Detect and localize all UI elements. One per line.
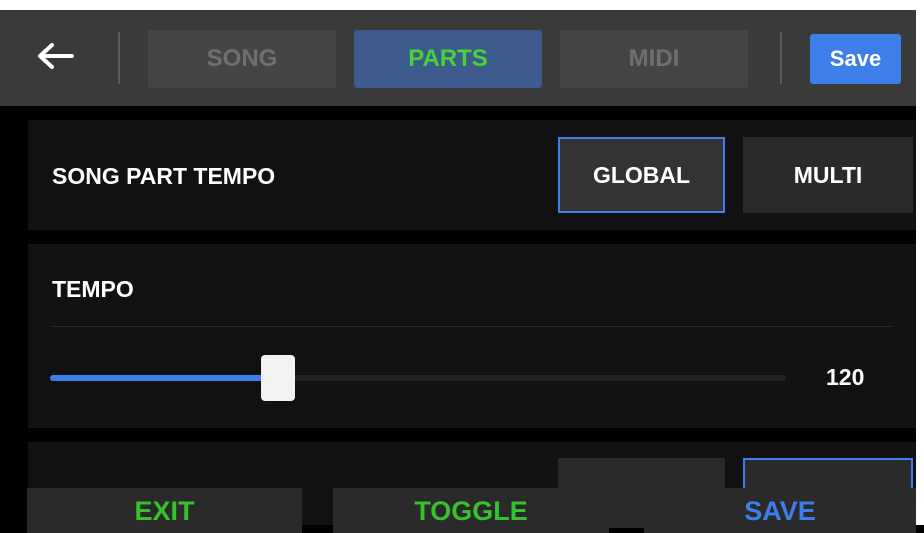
tab-song[interactable]: SONG	[148, 30, 336, 88]
global-button[interactable]: GLOBAL	[558, 137, 725, 213]
exit-button[interactable]: EXIT	[27, 488, 302, 533]
top-bar: SONG PARTS MIDI Save	[0, 10, 916, 106]
frame-right-border	[916, 0, 924, 525]
save-button[interactable]: Save	[810, 34, 901, 84]
frame-top-border	[0, 0, 924, 10]
arrow-left-icon	[36, 42, 76, 75]
tempo-slider-thumb[interactable]	[261, 355, 295, 401]
separator-right	[780, 32, 782, 84]
song-part-tempo-label: SONG PART TEMPO	[52, 163, 276, 189]
separator-left	[118, 32, 120, 84]
tempo-value: 120	[826, 364, 865, 390]
bottom-bar: EXIT TOGGLE SAVE	[0, 484, 916, 533]
tab-midi[interactable]: MIDI	[560, 30, 748, 88]
tempo-divider	[52, 326, 892, 327]
tempo-panel: TEMPO 120	[28, 244, 916, 428]
tempo-slider-fill	[50, 375, 278, 381]
back-button[interactable]	[30, 36, 82, 80]
multi-button[interactable]: MULTI	[743, 137, 913, 213]
song-part-tempo-panel: SONG PART TEMPO GLOBAL MULTI	[28, 120, 916, 230]
toggle-button[interactable]: TOGGLE	[333, 488, 609, 533]
tempo-label: TEMPO	[52, 276, 134, 302]
footer-save-button[interactable]: SAVE	[644, 488, 916, 533]
tab-parts[interactable]: PARTS	[354, 30, 542, 88]
tempo-slider-track[interactable]	[50, 375, 786, 381]
